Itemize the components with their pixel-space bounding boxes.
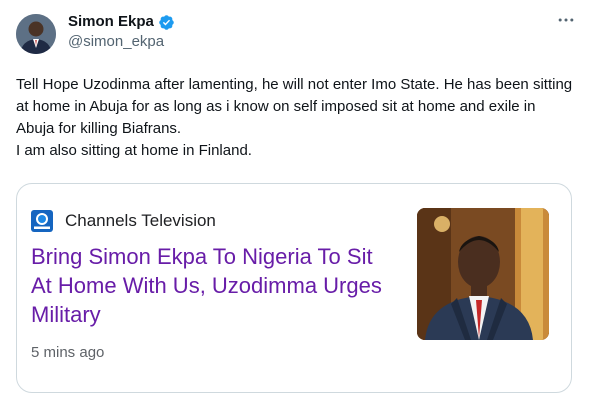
author-display-name[interactable]: Simon Ekpa: [68, 12, 154, 32]
tweet-header: Simon Ekpa @simon_ekpa: [16, 12, 578, 58]
author-names: Simon Ekpa @simon_ekpa: [68, 12, 175, 52]
tweet-text: Tell Hope Uzodinma after lamenting, he w…: [16, 76, 573, 159]
more-horizontal-icon: [556, 10, 576, 35]
card-thumbnail: [417, 208, 549, 340]
card-source-name: Channels Television: [65, 211, 216, 230]
tweet: Simon Ekpa @simon_ekpa Tell Hope Uzodinm…: [0, 0, 594, 402]
avatar[interactable]: [16, 14, 56, 54]
link-preview-card[interactable]: Channels Television Bring Simon Ekpa To …: [16, 183, 572, 393]
more-options-button[interactable]: [554, 12, 578, 32]
card-timestamp: 5 mins ago: [31, 344, 105, 361]
card-source: Channels Television: [31, 210, 216, 232]
verified-badge-icon: [158, 14, 175, 31]
channels-logo-icon: [31, 210, 53, 232]
author-handle[interactable]: @simon_ekpa: [68, 32, 175, 52]
card-headline[interactable]: Bring Simon Ekpa To Nigeria To Sit At Ho…: [31, 242, 391, 329]
name-row: Simon Ekpa: [68, 12, 175, 32]
